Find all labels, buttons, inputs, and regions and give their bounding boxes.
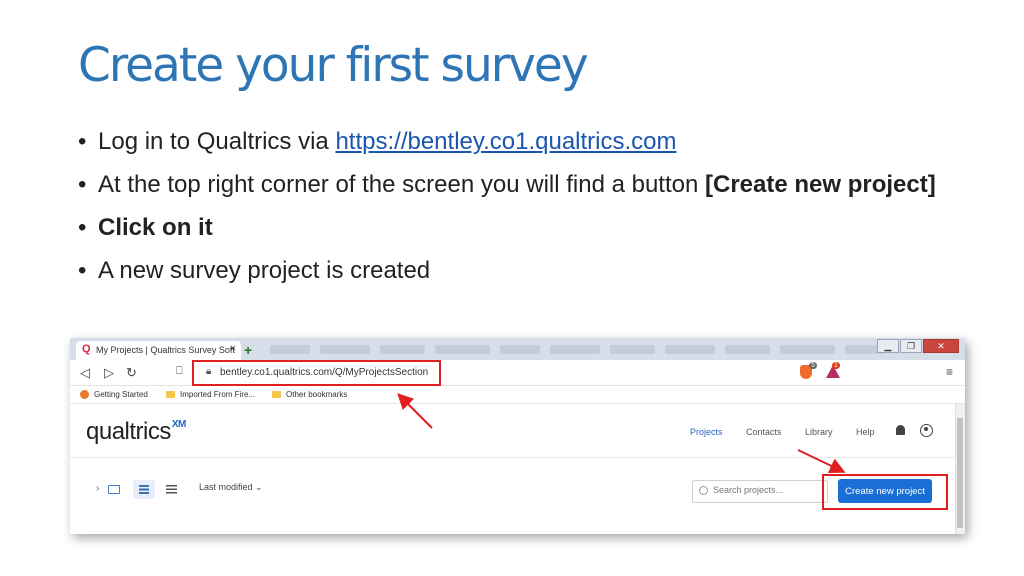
bullet-result-text: A new survey project is created bbox=[98, 257, 431, 284]
bullet-click-text: Click on it bbox=[98, 214, 213, 241]
bullet-button-location: At the top right corner of the screen yo… bbox=[78, 169, 938, 201]
qualtrics-login-link[interactable]: https://bentley.co1.qualtrics.com bbox=[335, 128, 676, 155]
bullet-button-location-text: At the top right corner of the screen yo… bbox=[98, 171, 706, 198]
bullet-login: Log in to Qualtrics via https://bentley.… bbox=[78, 126, 938, 158]
browser-screenshot: Q My Projects | Qualtrics Survey Soft × … bbox=[70, 338, 965, 534]
bullet-result: A new survey project is created bbox=[78, 255, 938, 287]
arrow-to-url bbox=[397, 393, 433, 429]
arrow-to-create-button bbox=[797, 449, 846, 474]
slide-title: Create your first survey bbox=[78, 38, 589, 93]
annotation-arrows bbox=[397, 393, 846, 474]
bullet-list: Log in to Qualtrics via https://bentley.… bbox=[78, 126, 938, 298]
bullet-login-text: Log in to Qualtrics via bbox=[98, 128, 336, 155]
create-project-button-reference: [Create new project] bbox=[705, 171, 936, 198]
bullet-click: Click on it bbox=[78, 212, 938, 244]
